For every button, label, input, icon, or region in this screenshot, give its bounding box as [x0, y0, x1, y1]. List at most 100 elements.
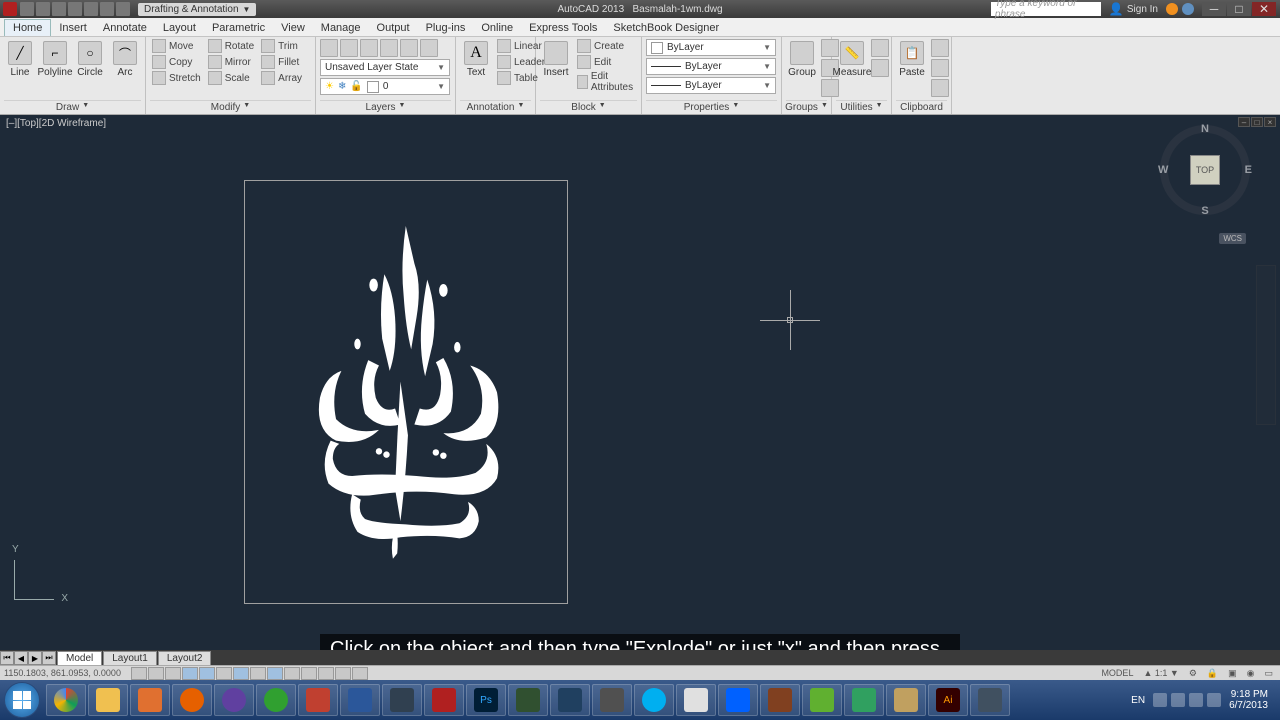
match-icon[interactable] — [931, 79, 949, 97]
scale-button[interactable]: Scale — [206, 71, 256, 85]
taskbar-app10[interactable] — [886, 684, 926, 716]
taskbar-chrome[interactable] — [46, 684, 86, 716]
stretch-button[interactable]: Stretch — [150, 71, 203, 85]
taskbar-app4[interactable] — [508, 684, 548, 716]
taskbar-skype[interactable] — [634, 684, 674, 716]
qp-toggle[interactable] — [318, 667, 334, 680]
taskbar-app2[interactable] — [298, 684, 338, 716]
anno-scale[interactable]: ▲ 1:1 ▼ — [1140, 668, 1181, 678]
linetype-combo[interactable]: ByLayer▼ — [646, 77, 776, 94]
paste-button[interactable]: 📋Paste — [896, 39, 928, 80]
drawing-object[interactable] — [244, 180, 568, 604]
workspace-gear-icon[interactable]: ⚙ — [1186, 668, 1200, 679]
start-button[interactable] — [4, 682, 40, 718]
taskbar-camtasia[interactable] — [592, 684, 632, 716]
am-toggle[interactable] — [352, 667, 368, 680]
layer-lock-icon[interactable] — [380, 39, 398, 57]
taskbar-app11[interactable] — [970, 684, 1010, 716]
taskbar-illustrator[interactable]: Ai — [928, 684, 968, 716]
text-button[interactable]: AText — [460, 39, 492, 80]
model-space[interactable]: MODEL — [1098, 668, 1136, 678]
taskbar-media[interactable] — [130, 684, 170, 716]
layer-off-icon[interactable] — [420, 39, 438, 57]
create-button[interactable]: Create — [575, 39, 638, 53]
minimize-button[interactable]: ─ — [1202, 2, 1226, 16]
lwt-toggle[interactable] — [284, 667, 300, 680]
drawing-area[interactable]: [–][Top][2D Wireframe] – □ × — [0, 115, 1280, 680]
clock[interactable]: 9:18 PM 6/7/2013 — [1229, 689, 1268, 711]
taskbar-app1[interactable] — [214, 684, 254, 716]
arc-button[interactable]: ⌒Arc — [109, 39, 141, 80]
tab-layout2[interactable]: Layout2 — [158, 651, 212, 666]
qat-redo-icon[interactable] — [116, 2, 130, 16]
tab-next-icon[interactable]: ▶ — [28, 651, 42, 665]
3dosnap-toggle[interactable] — [216, 667, 232, 680]
copy-button[interactable]: Copy — [150, 55, 203, 69]
clean-screen-icon[interactable]: ▭ — [1261, 668, 1276, 679]
taskbar-utorrent[interactable] — [256, 684, 296, 716]
app-icon[interactable] — [3, 2, 17, 16]
copy2-icon[interactable] — [931, 59, 949, 77]
vp-max-icon[interactable]: □ — [1251, 117, 1263, 127]
ucs-icon[interactable]: Y X — [14, 550, 64, 600]
layer-iso-icon[interactable] — [400, 39, 418, 57]
qat-new-icon[interactable] — [20, 2, 34, 16]
color-combo[interactable]: ByLayer▼ — [646, 39, 776, 56]
group-button[interactable]: Group — [786, 39, 818, 80]
quickcalc-icon[interactable] — [871, 59, 889, 77]
edit-button[interactable]: Edit — [575, 55, 638, 69]
viewcube[interactable]: TOP N S E W — [1160, 125, 1250, 215]
qat-undo-icon[interactable] — [100, 2, 114, 16]
layer-combo[interactable]: ☀❄🔓0▼ — [320, 78, 450, 95]
taskbar-app9[interactable] — [844, 684, 884, 716]
tab-layout1[interactable]: Layout1 — [103, 651, 157, 666]
viewcube-face[interactable]: TOP — [1190, 155, 1220, 185]
taskbar-autocad[interactable] — [424, 684, 464, 716]
qat-open-icon[interactable] — [36, 2, 50, 16]
hardware-accel-icon[interactable]: ▣ — [1225, 668, 1240, 679]
tab-insert[interactable]: Insert — [51, 20, 95, 36]
taskbar-app7[interactable] — [760, 684, 800, 716]
lock-ui-icon[interactable]: 🔒 — [1204, 668, 1221, 679]
tab-prev-icon[interactable]: ◀ — [14, 651, 28, 665]
tab-first-icon[interactable]: ⏮ — [0, 651, 14, 665]
osnap-toggle[interactable] — [199, 667, 215, 680]
taskbar-app3[interactable] — [382, 684, 422, 716]
layer-freeze-icon[interactable] — [360, 39, 378, 57]
grid-toggle[interactable] — [148, 667, 164, 680]
qat-plot-icon[interactable] — [84, 2, 98, 16]
cut-icon[interactable] — [931, 39, 949, 57]
viewcube-west[interactable]: W — [1158, 164, 1168, 176]
fillet-button[interactable]: Fillet — [259, 55, 304, 69]
array-button[interactable]: Array — [259, 71, 304, 85]
viewcube-east[interactable]: E — [1245, 164, 1252, 176]
tray-network-icon[interactable] — [1171, 693, 1185, 707]
tpy-toggle[interactable] — [301, 667, 317, 680]
tray-flag-icon[interactable] — [1153, 693, 1167, 707]
snap-toggle[interactable] — [131, 667, 147, 680]
layer-prop-icon[interactable] — [320, 39, 338, 57]
exchange-icon[interactable] — [1166, 3, 1178, 15]
polar-toggle[interactable] — [182, 667, 198, 680]
help-icon[interactable] — [1182, 3, 1194, 15]
otrack-toggle[interactable] — [233, 667, 249, 680]
sc-toggle[interactable] — [335, 667, 351, 680]
lineweight-combo[interactable]: ByLayer▼ — [646, 58, 776, 75]
tab-sketchbook[interactable]: SketchBook Designer — [605, 20, 727, 36]
taskbar-firefox[interactable] — [172, 684, 212, 716]
coordinates[interactable]: 1150.1803, 861.0953, 0.0000 — [4, 668, 121, 678]
ducs-toggle[interactable] — [250, 667, 266, 680]
tab-output[interactable]: Output — [369, 20, 418, 36]
maximize-button[interactable]: □ — [1227, 2, 1251, 16]
taskbar-dropbox[interactable] — [718, 684, 758, 716]
signin-button[interactable]: 👤Sign In — [1109, 2, 1158, 16]
tray-volume-icon[interactable] — [1189, 693, 1203, 707]
taskbar-app8[interactable] — [802, 684, 842, 716]
ortho-toggle[interactable] — [165, 667, 181, 680]
insert-button[interactable]: Insert — [540, 39, 572, 80]
close-button[interactable]: ✕ — [1252, 2, 1276, 16]
tab-model[interactable]: Model — [57, 651, 102, 666]
dyn-toggle[interactable] — [267, 667, 283, 680]
wcs-label[interactable]: WCS — [1219, 233, 1246, 244]
tab-layout[interactable]: Layout — [155, 20, 204, 36]
